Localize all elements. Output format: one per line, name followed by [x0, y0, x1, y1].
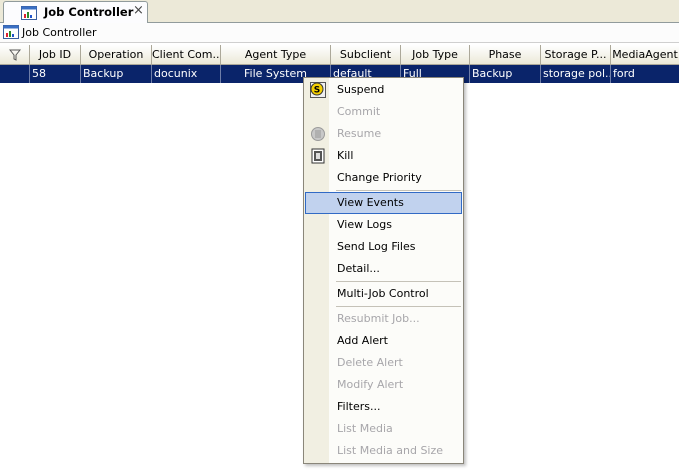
- menu-item-filters[interactable]: Filters...: [305, 396, 462, 418]
- column-header-storage-policy[interactable]: Storage P...: [541, 45, 611, 64]
- row-selector: [0, 65, 30, 83]
- menu-item-change-priority[interactable]: Change Priority: [305, 167, 462, 189]
- menu-separator: [336, 190, 461, 191]
- window-caption: Job Controller: [0, 23, 679, 43]
- menu-item-list-media[interactable]: List Media: [305, 418, 462, 440]
- menu-item-resume[interactable]: Resume: [305, 123, 462, 145]
- cell-phase: Backup: [470, 65, 541, 83]
- kill-icon: [310, 148, 326, 164]
- menu-item-modify-alert[interactable]: Modify Alert: [305, 374, 462, 396]
- filter-icon: [8, 48, 21, 61]
- menu-item-view-events[interactable]: View Events: [305, 192, 462, 214]
- context-menu: S Suspend Commit Resume Kill Change Prio…: [303, 77, 464, 464]
- cell-media-agent: ford: [613, 67, 635, 80]
- menu-separator: [336, 281, 461, 282]
- resume-icon: [310, 126, 326, 142]
- column-header-job-id[interactable]: Job ID: [30, 45, 81, 64]
- tab-strip: Job Controller ×: [0, 0, 679, 23]
- window-title: Job Controller: [22, 26, 97, 39]
- cell-operation: Backup: [81, 65, 152, 83]
- menu-item-detail[interactable]: Detail...: [305, 258, 462, 280]
- filter-header-button[interactable]: [0, 45, 30, 64]
- menu-item-add-alert[interactable]: Add Alert: [305, 330, 462, 352]
- menu-item-commit[interactable]: Commit: [305, 101, 462, 123]
- menu-item-multi-job-control[interactable]: Multi-Job Control: [305, 283, 462, 305]
- menu-item-send-log-files[interactable]: Send Log Files: [305, 236, 462, 258]
- tab-label: Job Controller: [44, 5, 134, 19]
- column-header-agent-type[interactable]: Agent Type: [221, 45, 331, 64]
- column-header-client-computer[interactable]: Client Com...: [152, 45, 221, 64]
- menu-item-resubmit-job[interactable]: Resubmit Job...: [305, 308, 462, 330]
- menu-item-view-logs[interactable]: View Logs: [305, 214, 462, 236]
- cell-job-id: 58: [30, 65, 81, 83]
- menu-item-delete-alert[interactable]: Delete Alert: [305, 352, 462, 374]
- svg-text:S: S: [314, 86, 320, 96]
- tab-job-controller[interactable]: Job Controller ×: [3, 1, 148, 23]
- cell-client-computer: docunix: [152, 65, 221, 83]
- column-header-media-agent[interactable]: MediaAgent: [611, 45, 679, 64]
- cell-storage-policy: storage pol...: [541, 65, 611, 83]
- column-header-job-type[interactable]: Job Type: [401, 45, 470, 64]
- menu-item-suspend[interactable]: S Suspend: [305, 79, 462, 101]
- job-controller-icon: [21, 6, 37, 23]
- menu-separator: [336, 306, 461, 307]
- column-header-operation[interactable]: Operation: [81, 45, 152, 64]
- close-icon[interactable]: ×: [133, 4, 144, 18]
- suspend-icon: S: [310, 82, 326, 98]
- grid-header: Job ID Operation Client Com... Agent Typ…: [0, 45, 679, 65]
- menu-item-kill[interactable]: Kill: [305, 145, 462, 167]
- job-controller-icon: [3, 25, 19, 42]
- column-header-subclient[interactable]: Subclient: [331, 45, 401, 64]
- menu-item-list-media-and-size[interactable]: List Media and Size: [305, 440, 462, 462]
- column-header-phase[interactable]: Phase: [470, 45, 541, 64]
